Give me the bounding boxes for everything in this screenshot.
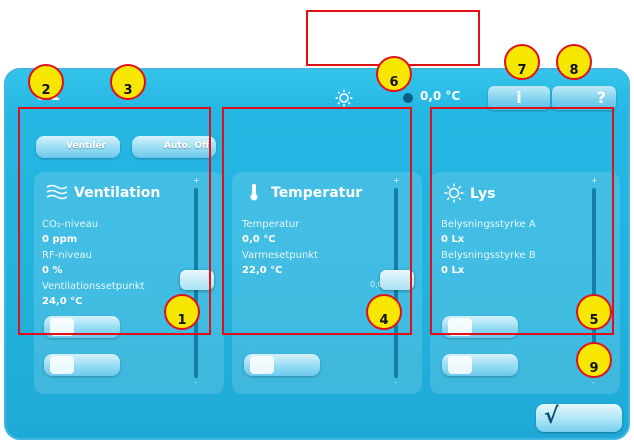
temperature-readout: 0,0 °C bbox=[420, 89, 461, 103]
light-blinds-button[interactable] bbox=[442, 354, 518, 376]
badge-3: 3 bbox=[110, 64, 146, 100]
temperature-radiator-button[interactable] bbox=[244, 354, 320, 376]
ventilation-window-button[interactable] bbox=[44, 354, 120, 376]
badge-5: 5 bbox=[576, 294, 612, 330]
ok-button[interactable]: √ bbox=[536, 404, 622, 432]
checkmark-icon: √ bbox=[544, 404, 559, 429]
badge-9: 9 bbox=[576, 342, 612, 378]
light-slider-minus: - bbox=[592, 378, 595, 387]
badge-8: 8 bbox=[556, 44, 592, 80]
ventilation-slider-minus: - bbox=[194, 378, 197, 387]
sun-icon bbox=[335, 89, 353, 107]
badge-4: 4 bbox=[366, 294, 402, 330]
badge-2: 2 bbox=[28, 64, 64, 100]
radiator-icon bbox=[250, 356, 274, 374]
temperature-slider-minus: - bbox=[394, 378, 397, 387]
badge-6: 6 bbox=[376, 56, 412, 92]
badge-1: 1 bbox=[164, 294, 200, 330]
badge-7: 7 bbox=[504, 44, 540, 80]
blinds-icon bbox=[448, 356, 472, 374]
window-icon bbox=[50, 356, 74, 374]
temperature-dot-icon bbox=[403, 93, 413, 103]
